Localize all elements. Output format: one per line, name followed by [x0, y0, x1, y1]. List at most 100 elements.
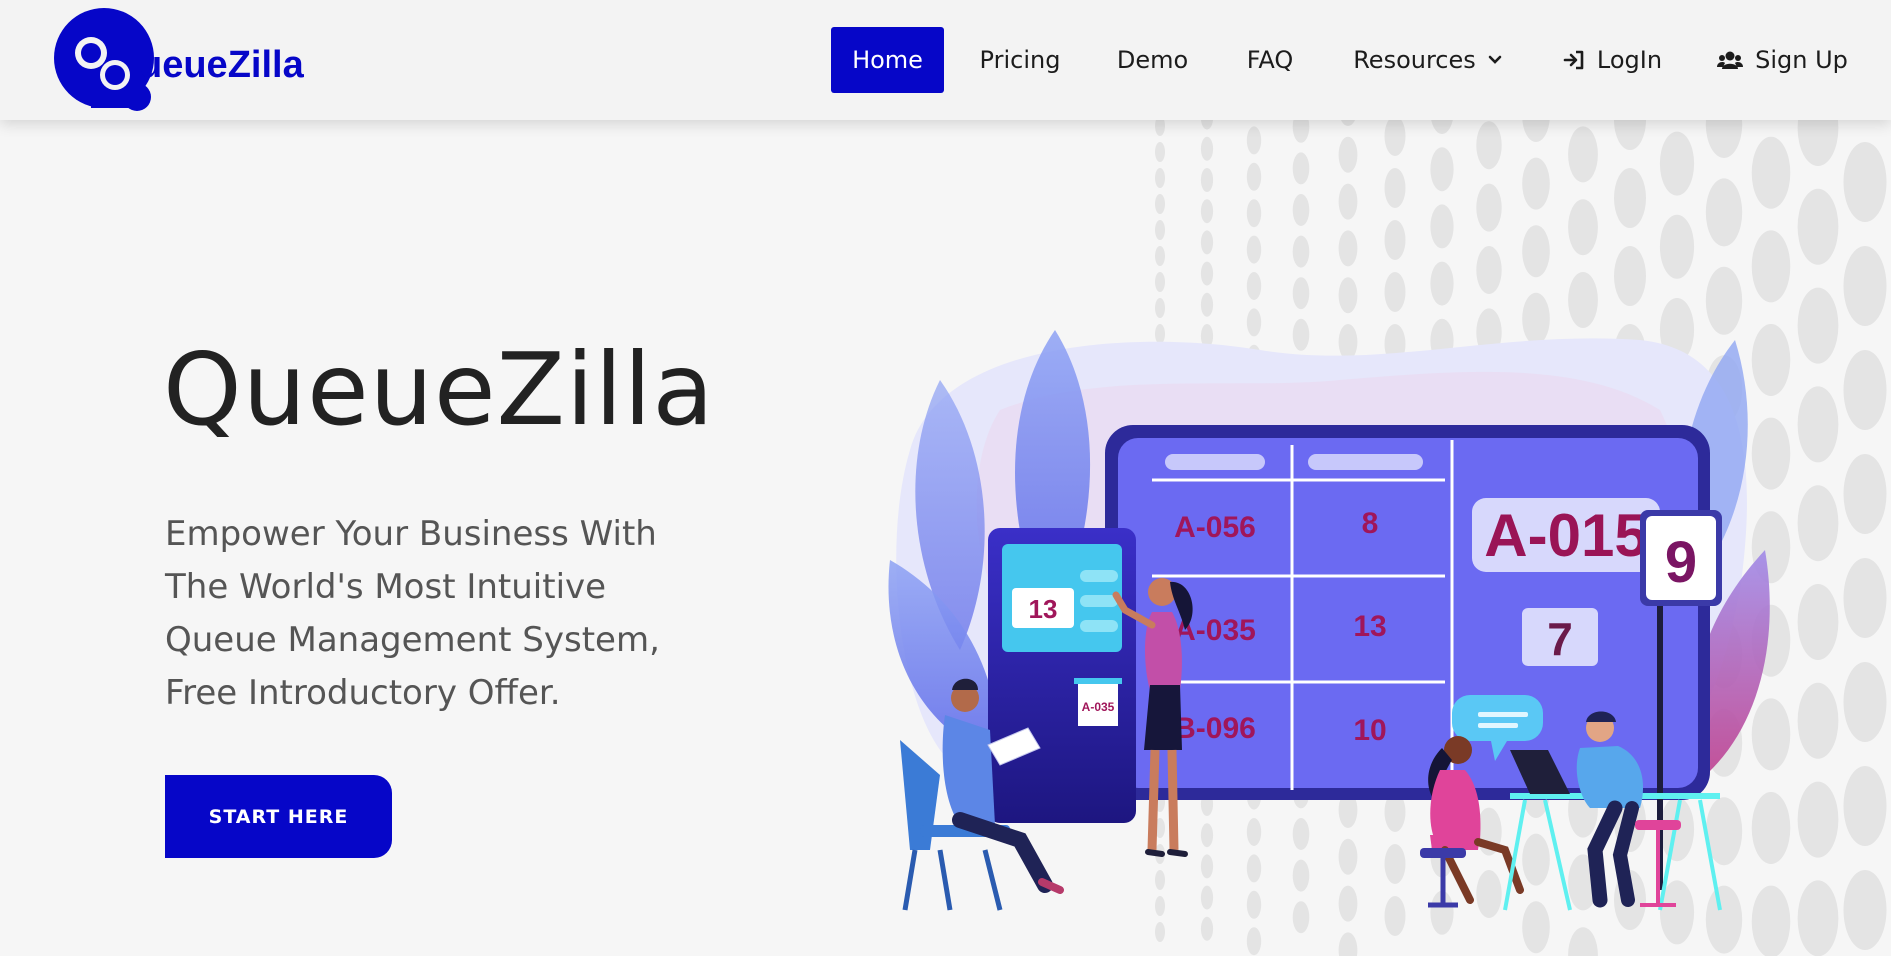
background-dot — [1384, 220, 1406, 260]
background-dot — [1751, 230, 1791, 303]
background-dot — [1797, 485, 1839, 562]
nav-login-label: LogIn — [1596, 46, 1663, 74]
background-dot — [1200, 199, 1214, 224]
background-dot — [1338, 183, 1358, 220]
background-dot — [1338, 230, 1358, 267]
background-dot — [1155, 298, 1165, 318]
board-counter: 10 — [1353, 714, 1386, 747]
background-dot — [1797, 880, 1839, 956]
background-dot — [1659, 214, 1695, 279]
background-dot — [1522, 157, 1550, 210]
background-dot — [1155, 142, 1165, 162]
hero-subtitle-line: The World's Most Intuitive — [165, 567, 607, 607]
background-dot — [1200, 292, 1214, 317]
board-counter: 13 — [1353, 610, 1386, 643]
background-dot — [1614, 168, 1646, 228]
nav-resources-label: Resources — [1353, 46, 1476, 74]
nav-signup[interactable]: Sign Up — [1715, 27, 1850, 93]
background-dot — [1155, 272, 1165, 292]
nav-demo-label: Demo — [1116, 46, 1189, 74]
main-nav: Home Pricing Demo FAQ Resources LogIn Si… — [0, 27, 1891, 93]
nav-faq[interactable]: FAQ — [1230, 27, 1310, 93]
board-current-counter: 7 — [1547, 613, 1573, 665]
background-dot — [1430, 147, 1454, 192]
users-icon — [1717, 51, 1744, 69]
background-dot — [1338, 277, 1358, 314]
hero-subtitle-line: Free Introductory Offer. — [165, 673, 561, 713]
background-dot — [1797, 287, 1839, 364]
background-dot — [1200, 136, 1214, 161]
background-dot — [1292, 235, 1310, 268]
background-dot — [1200, 168, 1214, 192]
background-dot — [1568, 272, 1598, 328]
board-ticket: B-096 — [1174, 712, 1256, 745]
background-dot — [1384, 116, 1406, 156]
nav-resources[interactable]: Resources — [1345, 27, 1510, 93]
background-dot — [1292, 152, 1310, 185]
stand-sign-number: 9 — [1665, 530, 1697, 595]
background-dot — [1797, 584, 1839, 660]
kiosk-number: 13 — [1029, 594, 1058, 624]
background-dot — [1246, 162, 1262, 191]
background-dot — [1246, 126, 1262, 155]
background-dot — [1568, 126, 1598, 183]
nav-home[interactable]: Home — [831, 27, 944, 93]
background-dot — [1797, 781, 1839, 858]
nav-demo[interactable]: Demo — [1100, 27, 1205, 93]
background-dot — [1568, 927, 1598, 956]
background-dot — [1843, 350, 1887, 430]
background-dot — [1843, 142, 1887, 222]
sign-in-icon — [1563, 50, 1584, 70]
background-dot — [1246, 927, 1262, 956]
hero-subtitle: Empower Your Business With The World's M… — [165, 508, 725, 720]
site-header: ueueZilla Home Pricing Demo FAQ Resource… — [0, 0, 1891, 120]
background-dot — [1476, 183, 1502, 232]
hero-subtitle-line: Queue Management System, — [165, 620, 660, 660]
background-dot — [1155, 220, 1165, 240]
board-ticket: A-056 — [1174, 511, 1256, 544]
background-dot — [1843, 454, 1887, 534]
background-dot — [1705, 266, 1743, 335]
background-dot — [1155, 168, 1165, 188]
background-dot — [1614, 246, 1646, 306]
nav-pricing[interactable]: Pricing — [970, 27, 1070, 93]
background-dot — [1843, 558, 1887, 638]
nav-login[interactable]: LogIn — [1555, 27, 1670, 93]
background-dot — [1155, 194, 1165, 214]
background-dot — [1751, 136, 1791, 209]
background-dot — [1292, 194, 1310, 226]
board-counter: 8 — [1362, 507, 1379, 540]
board-current-ticket: A-015 — [1484, 502, 1647, 569]
nav-faq-label: FAQ — [1246, 46, 1294, 74]
hero-title: QueueZilla — [163, 331, 715, 448]
background-dot — [1797, 188, 1839, 265]
background-dot — [1338, 136, 1358, 173]
background-dot — [1797, 682, 1839, 759]
background-dot — [1797, 386, 1839, 463]
background-dot — [1246, 272, 1262, 300]
background-dot — [1430, 261, 1454, 306]
background-dot — [1200, 261, 1214, 286]
hero-subtitle-line: Empower Your Business With — [165, 514, 657, 554]
background-dot — [1246, 199, 1262, 228]
start-here-button[interactable]: START HERE — [165, 775, 392, 858]
background-dot — [1476, 246, 1502, 294]
background-dot — [1155, 246, 1165, 266]
background-dot — [1843, 662, 1887, 742]
background-dot — [1384, 168, 1406, 208]
background-dot — [1384, 272, 1406, 312]
background-dot — [1292, 277, 1310, 310]
background-dot — [1705, 178, 1743, 247]
nav-signup-label: Sign Up — [1755, 46, 1848, 74]
background-dot — [1568, 199, 1598, 256]
background-dot — [1659, 131, 1695, 196]
background-dot — [1246, 235, 1262, 264]
nav-pricing-label: Pricing — [979, 46, 1061, 74]
background-dot — [1522, 225, 1550, 278]
queue-illustration: A-056 8 A-035 13 B-096 10 A-015 7 13 A-0… — [888, 330, 1770, 911]
background-dot — [1843, 766, 1887, 846]
background-dot — [1155, 922, 1165, 942]
background-dot — [1843, 246, 1887, 326]
background-dot — [1200, 916, 1214, 941]
kiosk-ticket: A-035 — [1082, 700, 1115, 714]
